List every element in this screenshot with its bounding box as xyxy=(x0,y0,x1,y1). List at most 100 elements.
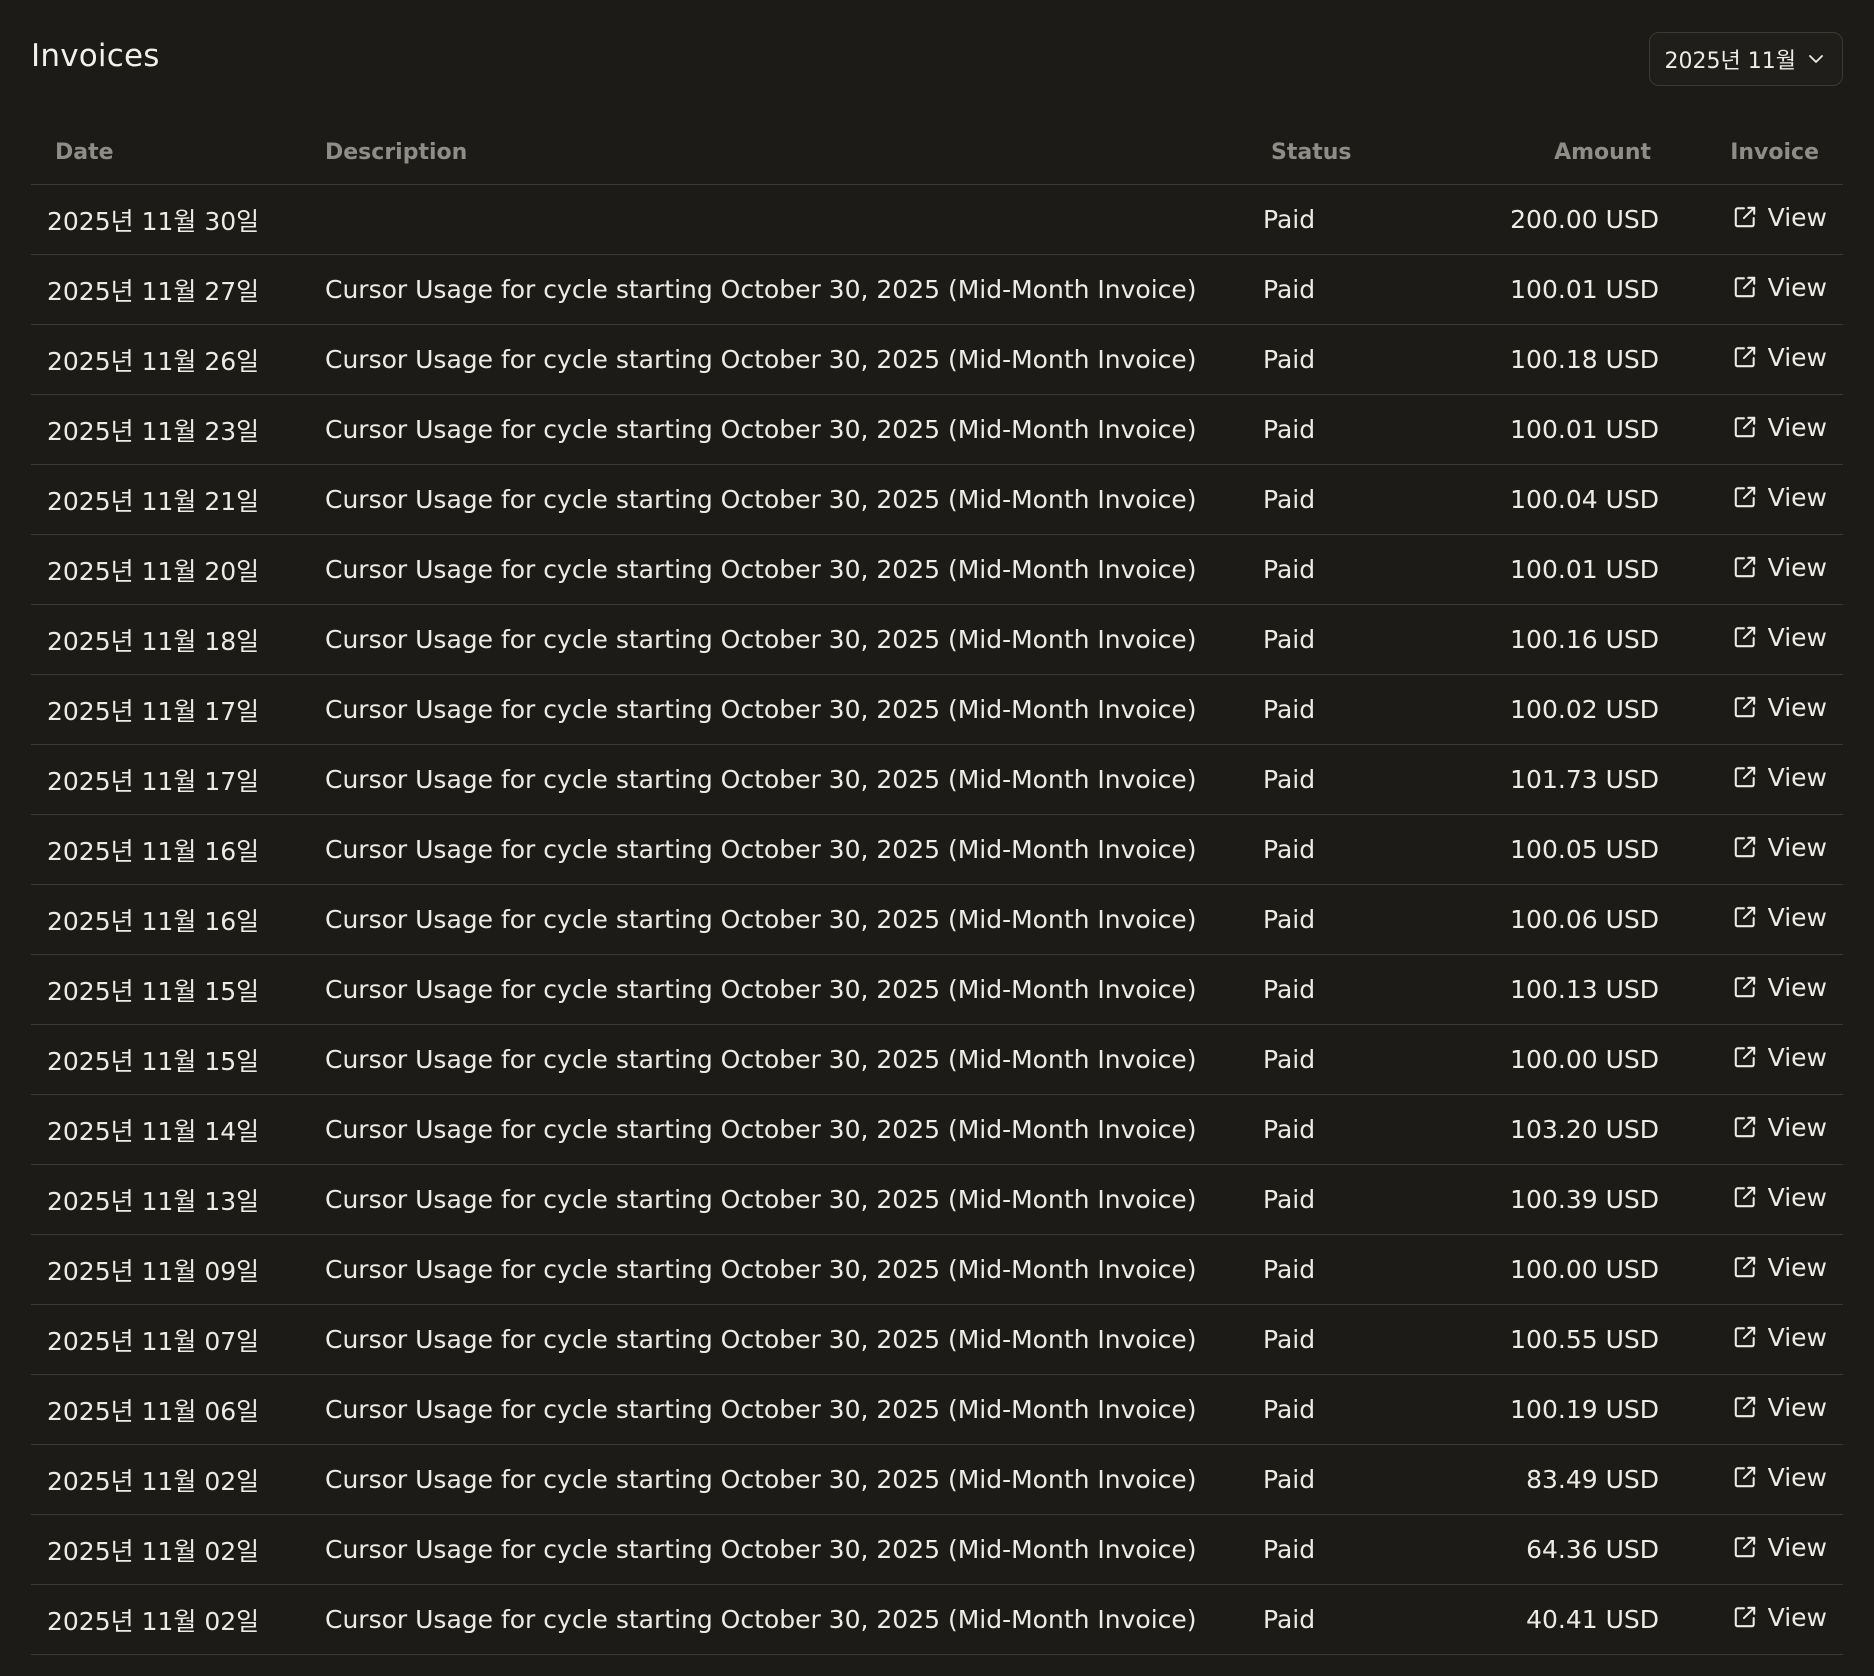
invoice-description: Cursor Usage for cycle starting October … xyxy=(325,1024,1271,1095)
view-invoice-link[interactable]: View xyxy=(1732,1323,1827,1352)
external-link-icon xyxy=(1732,1324,1758,1350)
invoice-description: Cursor Usage for cycle starting October … xyxy=(325,884,1271,955)
invoice-status: Paid xyxy=(1263,1164,1443,1235)
table-row: 2025년 11월 17일 Cursor Usage for cycle sta… xyxy=(31,744,1843,815)
invoice-date: 2025년 11월 14일 xyxy=(31,1094,325,1165)
page-title: Invoices xyxy=(31,38,160,74)
invoice-view-cell: View xyxy=(1659,744,1843,815)
view-invoice-link[interactable]: View xyxy=(1732,1253,1827,1282)
invoice-date: 2025년 11월 02일 xyxy=(31,1584,325,1655)
view-invoice-link[interactable]: View xyxy=(1732,833,1827,862)
invoice-amount: 100.13 USD xyxy=(1451,954,1659,1025)
invoice-description: Cursor Usage for cycle starting October … xyxy=(325,1374,1271,1445)
invoice-rows: 2025년 11월 30일 Paid 200.00 USD View 2025년… xyxy=(31,184,1843,1655)
invoice-view-cell: View xyxy=(1659,1234,1843,1305)
invoice-status: Paid xyxy=(1263,1024,1443,1095)
external-link-icon xyxy=(1732,274,1758,300)
view-invoice-link[interactable]: View xyxy=(1732,203,1827,232)
invoices-header: Invoices 2025년 11월 xyxy=(31,0,1843,120)
invoice-description: Cursor Usage for cycle starting October … xyxy=(325,1164,1271,1235)
view-label: View xyxy=(1767,972,1827,1002)
table-row: 2025년 11월 30일 Paid 200.00 USD View xyxy=(31,184,1843,255)
external-link-icon xyxy=(1732,1044,1758,1070)
invoice-view-cell: View xyxy=(1659,954,1843,1025)
invoice-status: Paid xyxy=(1263,604,1443,675)
invoice-description: Cursor Usage for cycle starting October … xyxy=(325,464,1271,535)
table-row: 2025년 11월 27일 Cursor Usage for cycle sta… xyxy=(31,254,1843,325)
invoice-amount: 100.00 USD xyxy=(1451,1234,1659,1305)
invoice-date: 2025년 11월 26일 xyxy=(31,324,325,395)
chevron-down-icon xyxy=(1808,54,1824,64)
view-invoice-link[interactable]: View xyxy=(1732,1183,1827,1212)
invoice-date: 2025년 11월 23일 xyxy=(31,394,325,465)
invoice-description: Cursor Usage for cycle starting October … xyxy=(325,1514,1271,1585)
view-invoice-link[interactable]: View xyxy=(1732,1113,1827,1142)
external-link-icon xyxy=(1732,554,1758,580)
view-invoice-link[interactable]: View xyxy=(1732,1463,1827,1492)
table-row: 2025년 11월 17일 Cursor Usage for cycle sta… xyxy=(31,674,1843,745)
invoice-view-cell: View xyxy=(1659,1024,1843,1095)
view-invoice-link[interactable]: View xyxy=(1732,1043,1827,1072)
invoice-status: Paid xyxy=(1263,1514,1443,1585)
view-invoice-link[interactable]: View xyxy=(1732,693,1827,722)
invoice-amount: 100.01 USD xyxy=(1451,534,1659,605)
invoice-status: Paid xyxy=(1263,1304,1443,1375)
external-link-icon xyxy=(1732,204,1758,230)
invoice-description: Cursor Usage for cycle starting October … xyxy=(325,394,1271,465)
invoice-date: 2025년 11월 15일 xyxy=(31,1024,325,1095)
table-header-row: Date Description Status Amount Invoice xyxy=(31,120,1843,185)
invoice-status: Paid xyxy=(1263,884,1443,955)
view-invoice-link[interactable]: View xyxy=(1732,553,1827,582)
invoice-amount: 100.01 USD xyxy=(1451,254,1659,325)
view-label: View xyxy=(1767,552,1827,582)
view-invoice-link[interactable]: View xyxy=(1732,413,1827,442)
view-invoice-link[interactable]: View xyxy=(1732,623,1827,652)
invoice-view-cell: View xyxy=(1659,1444,1843,1515)
invoice-description: Cursor Usage for cycle starting October … xyxy=(325,1304,1271,1375)
view-invoice-link[interactable]: View xyxy=(1732,273,1827,302)
view-invoice-link[interactable]: View xyxy=(1732,1393,1827,1422)
external-link-icon xyxy=(1732,764,1758,790)
invoice-amount: 100.00 USD xyxy=(1451,1024,1659,1095)
view-invoice-link[interactable]: View xyxy=(1732,1533,1827,1562)
external-link-icon xyxy=(1732,1464,1758,1490)
view-invoice-link[interactable]: View xyxy=(1732,973,1827,1002)
external-link-icon xyxy=(1732,484,1758,510)
view-invoice-link[interactable]: View xyxy=(1732,483,1827,512)
invoice-view-cell: View xyxy=(1659,184,1843,255)
month-selector[interactable]: 2025년 11월 xyxy=(1648,32,1843,86)
invoice-amount: 100.02 USD xyxy=(1451,674,1659,745)
table-row: 2025년 11월 16일 Cursor Usage for cycle sta… xyxy=(31,814,1843,885)
view-invoice-link[interactable]: View xyxy=(1732,343,1827,372)
invoice-amount: 100.06 USD xyxy=(1451,884,1659,955)
invoice-status: Paid xyxy=(1263,464,1443,535)
external-link-icon xyxy=(1732,624,1758,650)
view-label: View xyxy=(1767,832,1827,862)
invoice-status: Paid xyxy=(1263,1374,1443,1445)
invoice-status: Paid xyxy=(1263,534,1443,605)
invoice-date: 2025년 11월 16일 xyxy=(31,884,325,955)
view-invoice-link[interactable]: View xyxy=(1732,763,1827,792)
invoice-date: 2025년 11월 21일 xyxy=(31,464,325,535)
invoice-date: 2025년 11월 13일 xyxy=(31,1164,325,1235)
view-label: View xyxy=(1767,342,1827,372)
invoice-description: Cursor Usage for cycle starting October … xyxy=(325,744,1271,815)
invoice-date: 2025년 11월 17일 xyxy=(31,744,325,815)
invoice-amount: 100.39 USD xyxy=(1451,1164,1659,1235)
invoice-status: Paid xyxy=(1263,254,1443,325)
view-invoice-link[interactable]: View xyxy=(1732,1603,1827,1632)
view-invoice-link[interactable]: View xyxy=(1732,903,1827,932)
table-row: 2025년 11월 07일 Cursor Usage for cycle sta… xyxy=(31,1304,1843,1375)
invoice-amount: 64.36 USD xyxy=(1451,1514,1659,1585)
view-label: View xyxy=(1767,202,1827,232)
column-header-amount: Amount xyxy=(1451,120,1659,185)
invoice-date: 2025년 11월 16일 xyxy=(31,814,325,885)
view-label: View xyxy=(1767,1182,1827,1212)
invoice-view-cell: View xyxy=(1659,1164,1843,1235)
external-link-icon xyxy=(1732,834,1758,860)
invoice-view-cell: View xyxy=(1659,1304,1843,1375)
table-row: 2025년 11월 16일 Cursor Usage for cycle sta… xyxy=(31,884,1843,955)
month-selector-value: 2025년 11월 xyxy=(1664,49,1796,74)
invoice-status: Paid xyxy=(1263,744,1443,815)
invoice-date: 2025년 11월 18일 xyxy=(31,604,325,675)
